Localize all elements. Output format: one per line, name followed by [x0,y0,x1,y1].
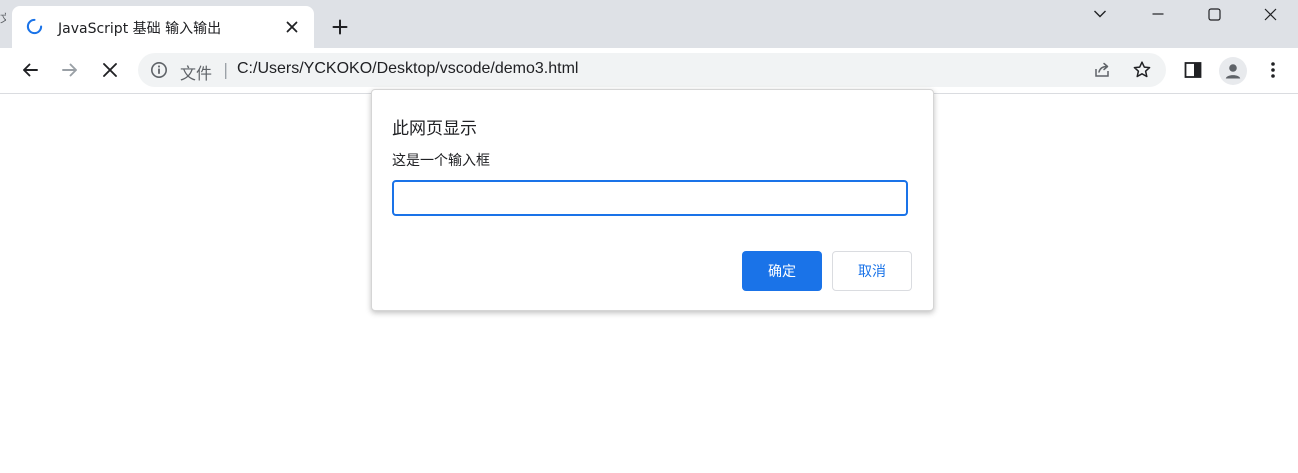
scheme-label: 文件 [180,64,213,83]
profile-button[interactable] [1219,57,1247,85]
share-button[interactable] [1092,60,1112,80]
loading-spinner-icon [26,18,43,35]
tab-search-button[interactable] [1072,0,1128,28]
share-icon [1095,62,1109,77]
close-window-icon [1264,8,1276,20]
side-panel-button[interactable] [1178,55,1208,85]
ok-button[interactable]: 确定 [742,251,822,291]
profile-icon [1225,64,1241,79]
prompt-input[interactable] [392,180,908,216]
plus-icon [332,19,348,35]
minimize-icon [1152,13,1164,15]
url-text[interactable]: C:/Users/YCKOKO/Desktop/vscode/demo3.htm… [237,60,578,78]
back-button[interactable] [15,55,45,85]
forward-button[interactable] [55,55,85,85]
stop-icon [103,63,117,77]
cancel-button[interactable]: 取消 [832,251,912,291]
scheme-separator: | [223,60,229,79]
back-arrow-icon [23,63,38,77]
minimize-button[interactable] [1130,0,1186,28]
chevron-down-icon [1094,10,1106,18]
tab-strip: 文 JavaScript 基础 输入输出 [0,0,1298,48]
close-window-button[interactable] [1242,0,1298,28]
active-tab[interactable]: JavaScript 基础 输入输出 [12,6,314,48]
toolbar: 文件 | C:/Users/YCKOKO/Desktop/vscode/demo… [0,48,1298,94]
prompt-dialog: 此网页显示 这是一个输入框 确定 取消 [371,89,934,311]
maximize-button[interactable] [1186,0,1242,28]
browser-menu-button[interactable] [1258,55,1288,85]
stop-button[interactable] [95,55,125,85]
bookmark-star-button[interactable] [1132,60,1152,80]
new-tab-button[interactable] [327,14,353,40]
close-icon [286,21,298,33]
star-icon [1133,61,1151,78]
previous-tab-edge[interactable]: 文 [0,10,6,40]
address-bar[interactable]: 文件 | C:/Users/YCKOKO/Desktop/vscode/demo… [138,53,1166,87]
forward-arrow-icon [62,63,77,77]
info-icon[interactable] [150,61,168,79]
maximize-icon [1207,7,1221,21]
tab-close-button[interactable] [282,17,302,37]
side-panel-icon [1184,62,1202,78]
kebab-menu-icon [1271,62,1275,78]
dialog-message: 这是一个输入框 [392,153,490,169]
tab-title: JavaScript 基础 输入输出 [58,21,222,37]
dialog-title: 此网页显示 [392,119,477,139]
